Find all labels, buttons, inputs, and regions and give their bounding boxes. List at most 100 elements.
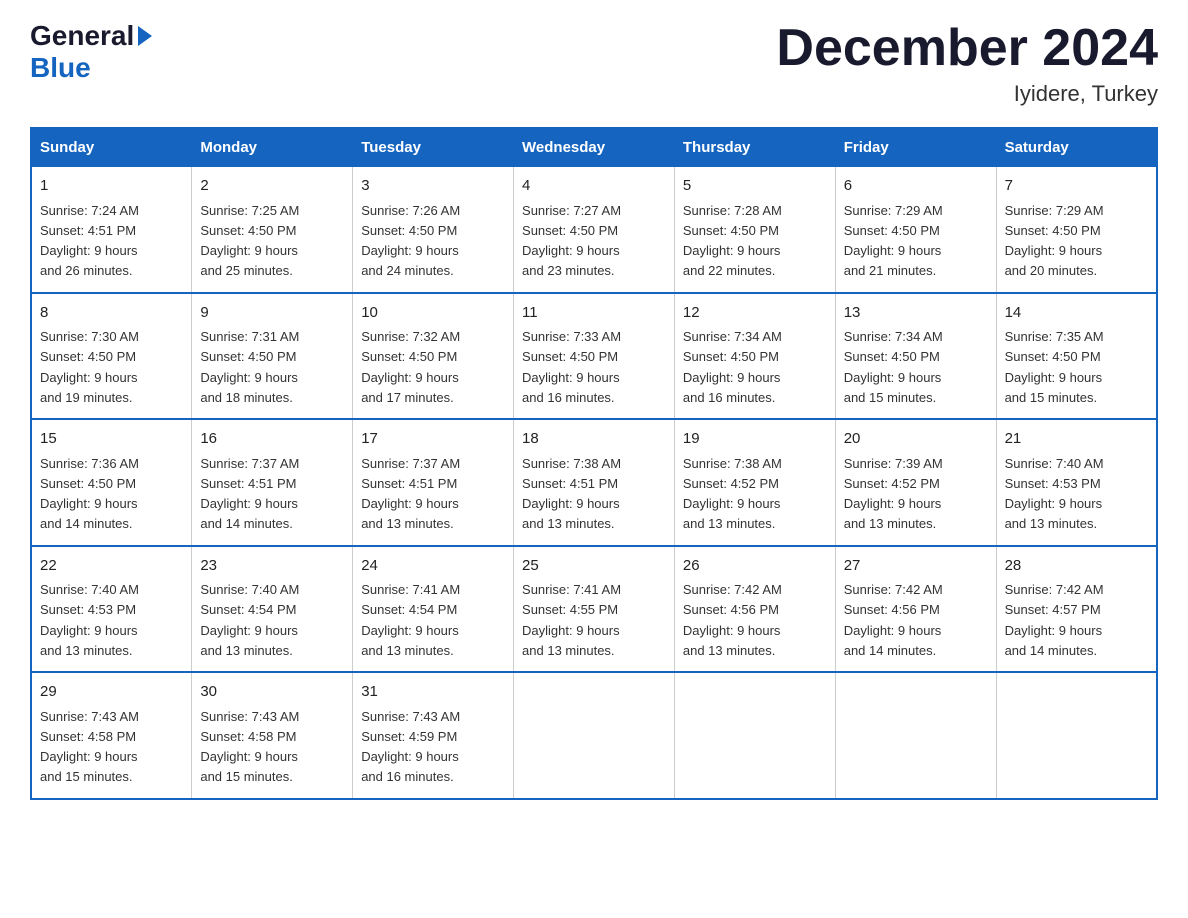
table-row: 15 Sunrise: 7:36 AM Sunset: 4:50 PM Dayl… <box>31 419 192 546</box>
calendar-table: Sunday Monday Tuesday Wednesday Thursday… <box>30 127 1158 800</box>
day-number: 30 <box>200 681 344 704</box>
day-number: 25 <box>522 555 666 578</box>
table-row <box>835 672 996 799</box>
day-number: 2 <box>200 175 344 198</box>
table-row: 28 Sunrise: 7:42 AM Sunset: 4:57 PM Dayl… <box>996 546 1157 673</box>
table-row: 24 Sunrise: 7:41 AM Sunset: 4:54 PM Dayl… <box>353 546 514 673</box>
day-info: Sunrise: 7:27 AM Sunset: 4:50 PM Dayligh… <box>522 203 621 279</box>
table-row: 8 Sunrise: 7:30 AM Sunset: 4:50 PM Dayli… <box>31 293 192 420</box>
day-number: 6 <box>844 175 988 198</box>
table-row: 6 Sunrise: 7:29 AM Sunset: 4:50 PM Dayli… <box>835 167 996 293</box>
day-info: Sunrise: 7:30 AM Sunset: 4:50 PM Dayligh… <box>40 329 139 405</box>
day-info: Sunrise: 7:26 AM Sunset: 4:50 PM Dayligh… <box>361 203 460 279</box>
day-number: 17 <box>361 428 505 451</box>
col-tuesday: Tuesday <box>353 128 514 167</box>
table-row: 29 Sunrise: 7:43 AM Sunset: 4:58 PM Dayl… <box>31 672 192 799</box>
table-row <box>514 672 675 799</box>
table-row: 7 Sunrise: 7:29 AM Sunset: 4:50 PM Dayli… <box>996 167 1157 293</box>
calendar-week-row: 1 Sunrise: 7:24 AM Sunset: 4:51 PM Dayli… <box>31 167 1157 293</box>
day-number: 13 <box>844 302 988 325</box>
table-row <box>674 672 835 799</box>
table-row: 23 Sunrise: 7:40 AM Sunset: 4:54 PM Dayl… <box>192 546 353 673</box>
day-number: 7 <box>1005 175 1148 198</box>
table-row: 16 Sunrise: 7:37 AM Sunset: 4:51 PM Dayl… <box>192 419 353 546</box>
table-row: 26 Sunrise: 7:42 AM Sunset: 4:56 PM Dayl… <box>674 546 835 673</box>
day-number: 18 <box>522 428 666 451</box>
table-row: 13 Sunrise: 7:34 AM Sunset: 4:50 PM Dayl… <box>835 293 996 420</box>
day-number: 28 <box>1005 555 1148 578</box>
day-info: Sunrise: 7:38 AM Sunset: 4:51 PM Dayligh… <box>522 456 621 532</box>
calendar-week-row: 29 Sunrise: 7:43 AM Sunset: 4:58 PM Dayl… <box>31 672 1157 799</box>
table-row: 3 Sunrise: 7:26 AM Sunset: 4:50 PM Dayli… <box>353 167 514 293</box>
table-row: 20 Sunrise: 7:39 AM Sunset: 4:52 PM Dayl… <box>835 419 996 546</box>
day-info: Sunrise: 7:41 AM Sunset: 4:54 PM Dayligh… <box>361 582 460 658</box>
calendar-header-row: Sunday Monday Tuesday Wednesday Thursday… <box>31 128 1157 167</box>
col-sunday: Sunday <box>31 128 192 167</box>
day-number: 1 <box>40 175 183 198</box>
day-info: Sunrise: 7:43 AM Sunset: 4:59 PM Dayligh… <box>361 709 460 785</box>
day-info: Sunrise: 7:40 AM Sunset: 4:53 PM Dayligh… <box>40 582 139 658</box>
day-number: 24 <box>361 555 505 578</box>
day-info: Sunrise: 7:36 AM Sunset: 4:50 PM Dayligh… <box>40 456 139 532</box>
day-info: Sunrise: 7:29 AM Sunset: 4:50 PM Dayligh… <box>1005 203 1104 279</box>
day-info: Sunrise: 7:42 AM Sunset: 4:56 PM Dayligh… <box>844 582 943 658</box>
day-info: Sunrise: 7:40 AM Sunset: 4:53 PM Dayligh… <box>1005 456 1104 532</box>
day-number: 14 <box>1005 302 1148 325</box>
day-number: 23 <box>200 555 344 578</box>
table-row: 4 Sunrise: 7:27 AM Sunset: 4:50 PM Dayli… <box>514 167 675 293</box>
logo: General Blue <box>30 20 152 84</box>
day-number: 12 <box>683 302 827 325</box>
table-row: 25 Sunrise: 7:41 AM Sunset: 4:55 PM Dayl… <box>514 546 675 673</box>
table-row: 18 Sunrise: 7:38 AM Sunset: 4:51 PM Dayl… <box>514 419 675 546</box>
page-header: General Blue December 2024 Iyidere, Turk… <box>30 20 1158 107</box>
table-row: 1 Sunrise: 7:24 AM Sunset: 4:51 PM Dayli… <box>31 167 192 293</box>
table-row: 2 Sunrise: 7:25 AM Sunset: 4:50 PM Dayli… <box>192 167 353 293</box>
subtitle: Iyidere, Turkey <box>776 81 1158 107</box>
day-info: Sunrise: 7:35 AM Sunset: 4:50 PM Dayligh… <box>1005 329 1104 405</box>
day-info: Sunrise: 7:28 AM Sunset: 4:50 PM Dayligh… <box>683 203 782 279</box>
day-info: Sunrise: 7:41 AM Sunset: 4:55 PM Dayligh… <box>522 582 621 658</box>
day-info: Sunrise: 7:42 AM Sunset: 4:57 PM Dayligh… <box>1005 582 1104 658</box>
day-number: 29 <box>40 681 183 704</box>
day-info: Sunrise: 7:43 AM Sunset: 4:58 PM Dayligh… <box>200 709 299 785</box>
day-number: 5 <box>683 175 827 198</box>
day-number: 16 <box>200 428 344 451</box>
logo-blue-text: Blue <box>30 52 91 84</box>
col-wednesday: Wednesday <box>514 128 675 167</box>
day-info: Sunrise: 7:39 AM Sunset: 4:52 PM Dayligh… <box>844 456 943 532</box>
table-row: 21 Sunrise: 7:40 AM Sunset: 4:53 PM Dayl… <box>996 419 1157 546</box>
logo-general-text: General <box>30 20 134 52</box>
day-info: Sunrise: 7:38 AM Sunset: 4:52 PM Dayligh… <box>683 456 782 532</box>
day-number: 22 <box>40 555 183 578</box>
day-number: 9 <box>200 302 344 325</box>
day-info: Sunrise: 7:34 AM Sunset: 4:50 PM Dayligh… <box>683 329 782 405</box>
calendar-week-row: 8 Sunrise: 7:30 AM Sunset: 4:50 PM Dayli… <box>31 293 1157 420</box>
day-info: Sunrise: 7:29 AM Sunset: 4:50 PM Dayligh… <box>844 203 943 279</box>
main-title: December 2024 <box>776 20 1158 77</box>
table-row: 19 Sunrise: 7:38 AM Sunset: 4:52 PM Dayl… <box>674 419 835 546</box>
table-row <box>996 672 1157 799</box>
day-number: 10 <box>361 302 505 325</box>
day-number: 3 <box>361 175 505 198</box>
table-row: 14 Sunrise: 7:35 AM Sunset: 4:50 PM Dayl… <box>996 293 1157 420</box>
col-monday: Monday <box>192 128 353 167</box>
day-number: 21 <box>1005 428 1148 451</box>
col-saturday: Saturday <box>996 128 1157 167</box>
col-friday: Friday <box>835 128 996 167</box>
day-number: 31 <box>361 681 505 704</box>
day-number: 27 <box>844 555 988 578</box>
table-row: 30 Sunrise: 7:43 AM Sunset: 4:58 PM Dayl… <box>192 672 353 799</box>
calendar-week-row: 15 Sunrise: 7:36 AM Sunset: 4:50 PM Dayl… <box>31 419 1157 546</box>
day-number: 4 <box>522 175 666 198</box>
col-thursday: Thursday <box>674 128 835 167</box>
day-info: Sunrise: 7:25 AM Sunset: 4:50 PM Dayligh… <box>200 203 299 279</box>
day-info: Sunrise: 7:34 AM Sunset: 4:50 PM Dayligh… <box>844 329 943 405</box>
table-row: 31 Sunrise: 7:43 AM Sunset: 4:59 PM Dayl… <box>353 672 514 799</box>
day-info: Sunrise: 7:40 AM Sunset: 4:54 PM Dayligh… <box>200 582 299 658</box>
calendar-week-row: 22 Sunrise: 7:40 AM Sunset: 4:53 PM Dayl… <box>31 546 1157 673</box>
day-info: Sunrise: 7:43 AM Sunset: 4:58 PM Dayligh… <box>40 709 139 785</box>
day-info: Sunrise: 7:37 AM Sunset: 4:51 PM Dayligh… <box>361 456 460 532</box>
day-info: Sunrise: 7:24 AM Sunset: 4:51 PM Dayligh… <box>40 203 139 279</box>
day-info: Sunrise: 7:42 AM Sunset: 4:56 PM Dayligh… <box>683 582 782 658</box>
day-number: 11 <box>522 302 666 325</box>
